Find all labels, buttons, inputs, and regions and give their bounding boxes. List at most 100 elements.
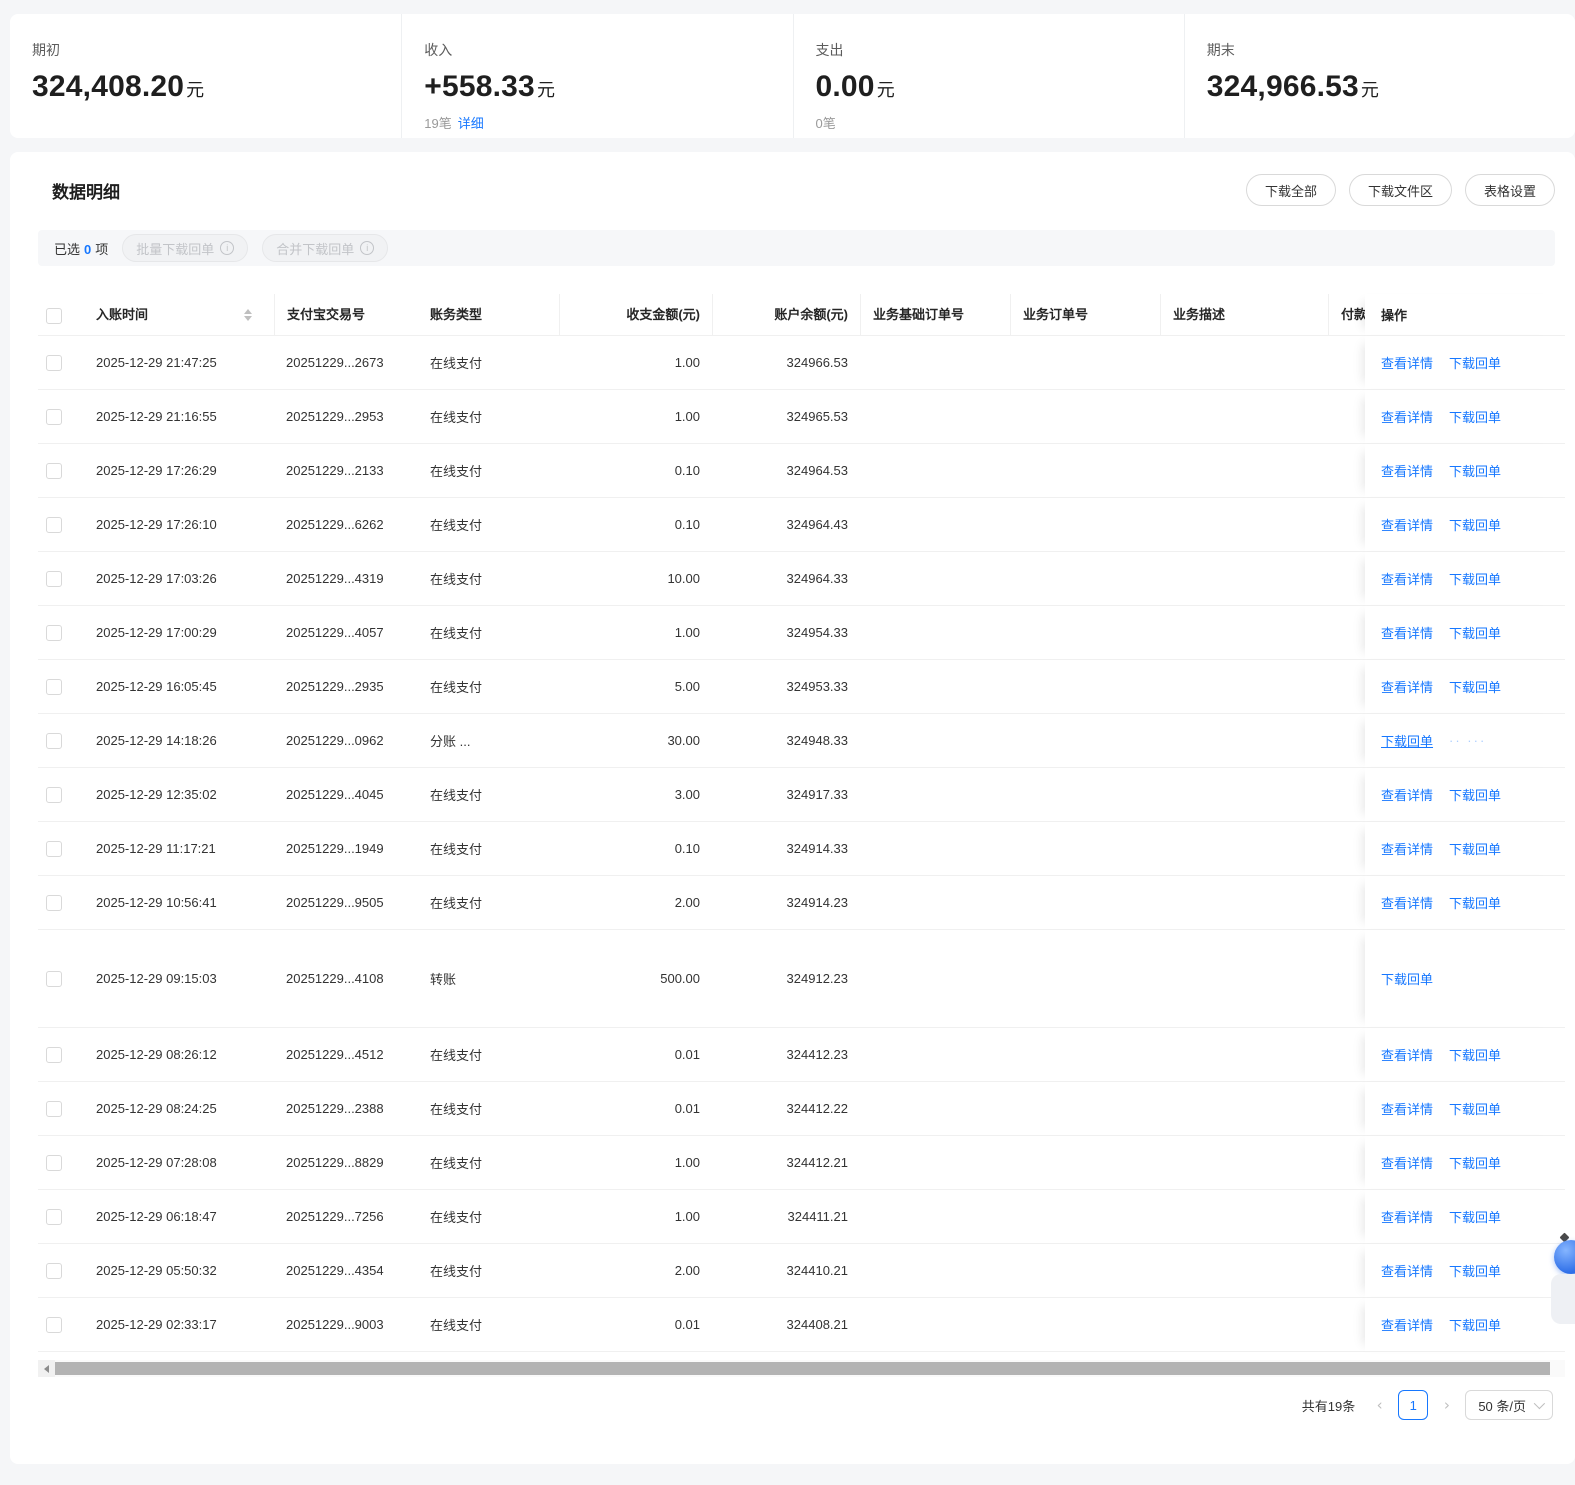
table-row: 2025-12-29 02:33:17 20251229...9003 在线支付 0.… <box>38 1298 1565 1352</box>
row-action-link[interactable]: 查看详情 <box>1381 623 1433 642</box>
row-action-link[interactable]: 下载回单 <box>1449 1261 1501 1280</box>
cell-amount: 1.00 <box>674 625 700 640</box>
row-checkbox[interactable] <box>46 1208 62 1225</box>
row-checkbox[interactable] <box>46 1100 62 1117</box>
row-action-link[interactable]: 下载回单 <box>1449 785 1501 804</box>
row-checkbox[interactable] <box>46 894 62 911</box>
row-action-link[interactable]: 下载回单 <box>1449 623 1501 642</box>
row-action-link[interactable]: 查看详情 <box>1381 515 1433 534</box>
summary-sub: 19笔 详细 <box>424 116 484 131</box>
row-action-link[interactable]: 查看详情 <box>1381 785 1433 804</box>
row-action-link[interactable]: 下载回单 <box>1449 569 1501 588</box>
row-checkbox[interactable] <box>46 1316 62 1333</box>
row-action-link[interactable]: 查看详情 <box>1381 407 1433 426</box>
row-action-link[interactable]: 查看详情 <box>1381 1315 1433 1334</box>
horizontal-scrollbar[interactable] <box>38 1360 1565 1377</box>
table-settings-button[interactable]: 表格设置 <box>1464 174 1555 206</box>
row-checkbox[interactable] <box>46 462 62 479</box>
row-action-link[interactable]: 下载回单 <box>1449 353 1501 372</box>
row-checkbox[interactable] <box>46 516 62 533</box>
cell-balance: 324412.21 <box>786 1155 848 1170</box>
table-row: 2025-12-29 11:17:21 20251229...1949 在线支付 0.… <box>38 822 1565 876</box>
selected-count: 0 <box>84 241 92 257</box>
row-checkbox[interactable] <box>46 786 62 803</box>
pagination: 共有19条 ‹ 1 › 50 条/页 <box>1302 1390 1553 1420</box>
next-page-button[interactable]: › <box>1442 1391 1451 1419</box>
merge-download-button[interactable]: 合并下载回单 i <box>262 234 389 262</box>
row-action-link[interactable]: 下载回单 <box>1381 969 1433 988</box>
row-action-link[interactable]: 查看详情 <box>1381 677 1433 696</box>
cell-account-type: 在线支付 <box>430 1264 483 1279</box>
row-action-link[interactable]: 下载回单 <box>1449 893 1501 912</box>
cell-entry-time: 2025-12-29 17:26:29 <box>96 463 217 478</box>
row-action-link[interactable]: 查看详情 <box>1381 461 1433 480</box>
row-action-link[interactable]: 下载回单 <box>1449 1045 1501 1064</box>
download-all-button[interactable]: 下载全部 <box>1245 174 1336 206</box>
row-checkbox[interactable] <box>46 354 62 371</box>
scrollbar-thumb[interactable] <box>55 1362 1550 1375</box>
income-detail-link[interactable]: 详细 <box>458 116 484 131</box>
row-actions-cell: 查看详情 下载回单 <box>1365 768 1565 822</box>
cell-entry-time: 2025-12-29 21:47:25 <box>96 355 217 370</box>
header-actions: 操作 <box>1365 294 1565 336</box>
row-checkbox[interactable] <box>46 840 62 857</box>
scroll-left-button[interactable] <box>38 1360 55 1377</box>
row-action-link[interactable]: 下载回单 <box>1449 461 1501 480</box>
row-checkbox[interactable] <box>46 1262 62 1279</box>
row-checkbox[interactable] <box>46 1046 62 1063</box>
select-all-checkbox[interactable] <box>46 307 62 324</box>
row-action-link[interactable]: 查看详情 <box>1381 1153 1433 1172</box>
row-checkbox[interactable] <box>46 624 62 641</box>
row-action-link[interactable]: 下载回单 <box>1449 1099 1501 1118</box>
download-zone-button[interactable]: 下载文件区 <box>1348 174 1452 206</box>
row-checkbox[interactable] <box>46 408 62 425</box>
row-checkbox[interactable] <box>46 970 62 987</box>
row-action-link[interactable]: ·· ··· <box>1449 733 1486 748</box>
row-checkbox[interactable] <box>46 1154 62 1171</box>
row-action-link[interactable]: 下载回单 <box>1449 1207 1501 1226</box>
row-action-link[interactable]: 查看详情 <box>1381 839 1433 858</box>
row-action-link[interactable]: 下载回单 <box>1449 1315 1501 1334</box>
row-checkbox-cell <box>38 970 88 987</box>
sort-icon[interactable] <box>244 294 252 336</box>
row-action-link[interactable]: 下载回单 <box>1449 839 1501 858</box>
row-action-link[interactable]: 下载回单 <box>1449 515 1501 534</box>
row-checkbox[interactable] <box>46 570 62 587</box>
cell-txn-id: 20251229...1949 <box>286 841 384 856</box>
row-action-link[interactable]: 查看详情 <box>1381 1207 1433 1226</box>
page-number-button[interactable]: 1 <box>1398 1390 1429 1420</box>
cell-account-type: 在线支付 <box>430 356 483 371</box>
cell-entry-time: 2025-12-29 02:33:17 <box>96 1317 217 1332</box>
row-checkbox-cell <box>38 1100 88 1117</box>
row-action-link[interactable]: 下载回单 <box>1449 677 1501 696</box>
summary-value: +558.33 元 <box>424 70 556 103</box>
row-action-link[interactable]: 查看详情 <box>1381 1099 1433 1118</box>
summary-closing-balance: 期末 324,966.53 元 <box>1183 14 1575 138</box>
row-action-link[interactable]: 下载回单 <box>1381 731 1433 750</box>
cell-balance: 324953.33 <box>786 679 848 694</box>
cell-txn-id: 20251229...4512 <box>286 1047 384 1062</box>
batch-download-button[interactable]: 批量下载回单 i <box>122 234 249 262</box>
row-checkbox[interactable] <box>46 678 62 695</box>
row-action-link[interactable]: 下载回单 <box>1449 407 1501 426</box>
summary-label: 支出 <box>815 42 844 58</box>
cell-entry-time: 2025-12-29 14:18:26 <box>96 733 217 748</box>
header-amount: 收支金额(元) <box>559 294 712 336</box>
cell-account-type: 在线支付 <box>430 896 483 911</box>
row-action-link[interactable]: 查看详情 <box>1381 353 1433 372</box>
page-size-select[interactable]: 50 条/页 <box>1465 1390 1553 1420</box>
row-action-link[interactable]: 查看详情 <box>1381 1261 1433 1280</box>
row-checkbox[interactable] <box>46 732 62 749</box>
cell-entry-time: 2025-12-29 21:16:55 <box>96 409 217 424</box>
row-actions-cell: 查看详情 下载回单 <box>1365 336 1565 390</box>
row-checkbox-cell <box>38 1208 88 1225</box>
row-action-link[interactable]: 下载回单 <box>1449 1153 1501 1172</box>
row-action-link[interactable]: 查看详情 <box>1381 1045 1433 1064</box>
row-action-link[interactable]: 查看详情 <box>1381 569 1433 588</box>
cell-amount: 0.01 <box>674 1101 700 1116</box>
row-action-link[interactable]: 查看详情 <box>1381 893 1433 912</box>
cell-account-type: 在线支付 <box>430 572 483 587</box>
prev-page-button[interactable]: ‹ <box>1375 1391 1384 1419</box>
row-checkbox-cell <box>38 1046 88 1063</box>
row-checkbox-cell <box>38 462 88 479</box>
